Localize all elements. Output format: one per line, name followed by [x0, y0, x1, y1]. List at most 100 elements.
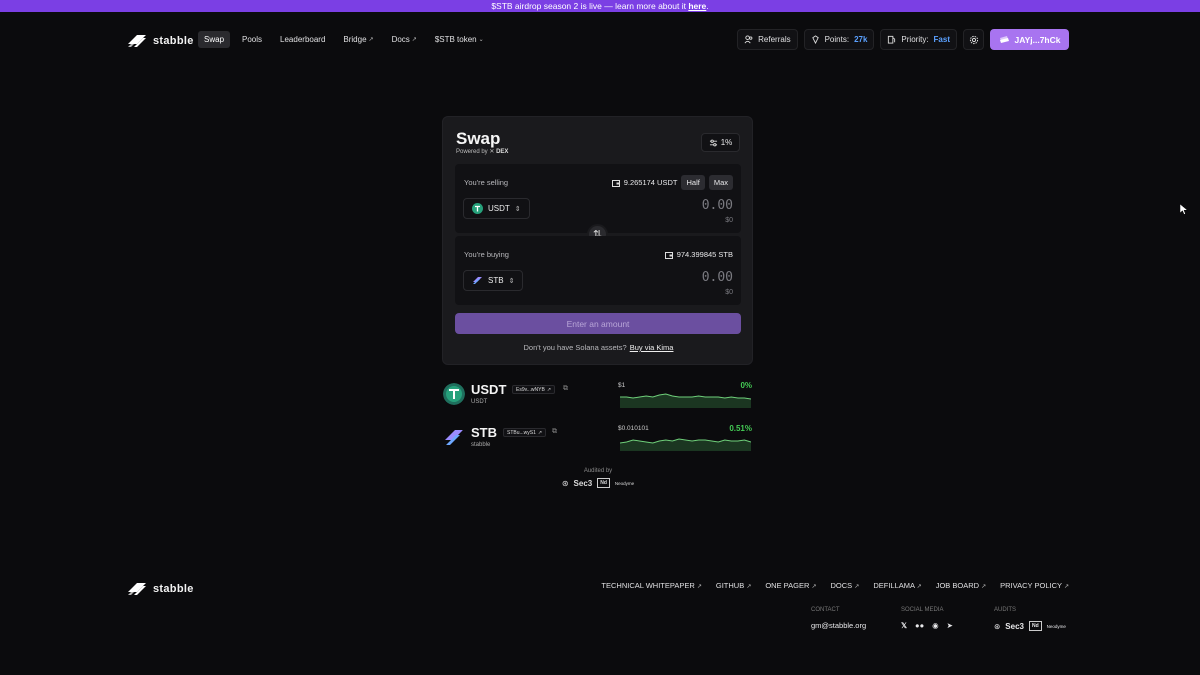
discord-icon[interactable]: ◉ [932, 621, 939, 630]
footer-link-docs[interactable]: DOCS ↗ [831, 581, 860, 590]
banner-link[interactable]: here [688, 1, 706, 11]
nav-pools-label: Pools [242, 35, 263, 44]
kima-prompt: Don't you have Solana assets? Buy via Kim… [443, 343, 754, 352]
nav-pools[interactable]: Pools [236, 31, 268, 48]
kima-text: Don't you have Solana assets? [523, 343, 627, 352]
sell-balance: 9.265174 USDT Half Max [611, 175, 733, 190]
token-change: 0% [740, 381, 752, 390]
settings-button[interactable] [963, 29, 984, 50]
buy-usd-value: $0 [725, 289, 733, 296]
wallet-button[interactable]: JAYj...7hCk [990, 29, 1069, 50]
copy-icon[interactable]: ⧉ [552, 428, 557, 436]
referrals-label: Referrals [758, 35, 791, 44]
stabble-logo-icon [128, 583, 146, 595]
footer-link-whitepaper[interactable]: TECHNICAL WHITEPAPER ↗ [601, 581, 701, 590]
contact-label: CONTACT [811, 607, 840, 613]
chevron-updown-icon: ⇕ [514, 205, 521, 213]
footer-link-privacy[interactable]: PRIVACY POLICY ↗ [1000, 581, 1069, 590]
sec3-logo-icon: ⊛ [994, 621, 1001, 631]
token-symbol: STB [471, 425, 497, 440]
buy-label: You're buying [464, 250, 509, 259]
footer-link-job-board[interactable]: JOB BOARD ↗ [936, 581, 986, 590]
buy-via-kima-link[interactable]: Buy via Kima [630, 343, 674, 352]
brand-logo[interactable]: stabble [126, 32, 194, 50]
x-icon[interactable]: 𝕏 [901, 621, 907, 630]
half-button[interactable]: Half [681, 175, 705, 190]
sell-balance-value: 9.265174 USDT [623, 178, 678, 187]
banner-text: $STB airdrop season 2 is live — learn mo… [491, 1, 689, 11]
wallet-icon [999, 36, 1009, 43]
medium-icon[interactable]: ●● [915, 621, 924, 630]
wallet-icon [664, 251, 673, 259]
stb-icon [445, 430, 463, 445]
max-button[interactable]: Max [708, 175, 733, 190]
external-link-icon: ↗ [811, 584, 817, 590]
token-address-link[interactable]: Es9v...wNYB ↗ [512, 385, 556, 394]
footer-audits: AUDITS ⊛ Sec3 Nd Neodyme [994, 607, 1066, 631]
nav-leaderboard[interactable]: Leaderboard [274, 31, 331, 48]
token-row-usdt: USDT USDT Es9v...wNYB ↗ ⧉ $1 0% [442, 380, 753, 416]
slippage-value: 1% [720, 138, 733, 147]
sell-amount-input[interactable]: 0.00 [702, 198, 733, 213]
sell-token-label: USDT [488, 204, 510, 213]
social-label: SOCIAL MEDIA [901, 607, 944, 613]
powered-by-label: Powered by [456, 149, 488, 155]
enter-amount-button[interactable]: Enter an amount [455, 313, 741, 334]
footer-link-label: TECHNICAL WHITEPAPER [601, 581, 695, 590]
swap-title: Swap [456, 129, 501, 148]
powered-by-name: DEX [496, 149, 509, 155]
token-row-stb: STB stabble STBu...wyS1 ↗ ⧉ $0.010101 0.5… [442, 423, 753, 459]
nav-swap[interactable]: Swap [198, 31, 231, 48]
mouse-cursor-icon [1180, 204, 1188, 215]
chevron-down-icon: ⌄ [478, 37, 484, 43]
referrals-button[interactable]: Referrals [737, 29, 798, 50]
token-change: 0.51% [729, 424, 752, 433]
external-link-icon: ↗ [854, 584, 860, 590]
contact-email[interactable]: gm@stabble.org [811, 621, 866, 630]
external-link-icon: ↗ [981, 584, 987, 590]
nav-stb-token[interactable]: $STB token ⌄ [429, 31, 490, 48]
sell-token-select[interactable]: USDT ⇕ [463, 198, 530, 219]
stabble-logo-icon [128, 35, 146, 47]
top-nav: stabble Swap Pools Leaderboard Bridge ↗ D… [0, 12, 1200, 66]
nav-leaderboard-label: Leaderboard [280, 35, 326, 44]
priority-button[interactable]: Priority: Fast [880, 29, 957, 50]
token-price: $0.010101 [618, 425, 649, 432]
copy-icon[interactable]: ⧉ [563, 385, 568, 393]
footer-audit-logos: ⊛ Sec3 Nd Neodyme [994, 621, 1066, 631]
footer-brand-logo[interactable]: stabble [126, 580, 194, 598]
slippage-button[interactable]: 1% [701, 133, 740, 152]
buy-balance-value: 974.399845 STB [676, 250, 733, 259]
buy-token-select[interactable]: STB ⇕ [463, 270, 524, 291]
external-link-icon: ↗ [1063, 584, 1069, 590]
footer-link-label: JOB BOARD [935, 581, 980, 590]
telegram-icon[interactable]: ➤ [947, 621, 953, 630]
nav-docs[interactable]: Docs ↗ [386, 31, 423, 48]
points-button[interactable]: Points: 27k [803, 29, 875, 50]
footer-link-label: ONE PAGER [765, 581, 810, 590]
token-price: $1 [618, 382, 626, 389]
footer-link-label: GITHUB [715, 581, 745, 590]
footer-link-defillama[interactable]: DEFILLAMA ↗ [873, 581, 921, 590]
buy-amount-input[interactable]: 0.00 [702, 270, 733, 285]
chevron-updown-icon: ⇕ [508, 277, 515, 285]
footer-link-github[interactable]: GITHUB ↗ [716, 581, 751, 590]
points-value: 27k [854, 35, 868, 44]
token-address: STBu...wyS1 [507, 429, 536, 436]
audits-label: AUDITS [994, 607, 1017, 613]
gas-icon [888, 35, 896, 44]
sliders-icon [709, 139, 717, 146]
audited-by-label: Audited by [583, 468, 613, 474]
wallet-address: JAYj...7hCk [1014, 34, 1061, 45]
nav-stb-token-label: $STB token [434, 35, 477, 44]
external-link-icon: ↗ [696, 584, 702, 590]
footer-social: SOCIAL MEDIA 𝕏 ●● ◉ ➤ [901, 607, 953, 630]
external-link-icon: ↗ [411, 37, 417, 43]
sec3-name: Sec3 [573, 478, 593, 488]
nav-bridge[interactable]: Bridge ↗ [337, 31, 379, 48]
usdt-icon [443, 383, 465, 405]
footer-link-one-pager[interactable]: ONE PAGER ↗ [765, 581, 816, 590]
sell-panel: You're selling 9.265174 USDT Half Max US… [455, 164, 741, 233]
powered-by: Powered by ✕ DEX [456, 148, 508, 155]
token-address-link[interactable]: STBu...wyS1 ↗ [503, 428, 547, 437]
